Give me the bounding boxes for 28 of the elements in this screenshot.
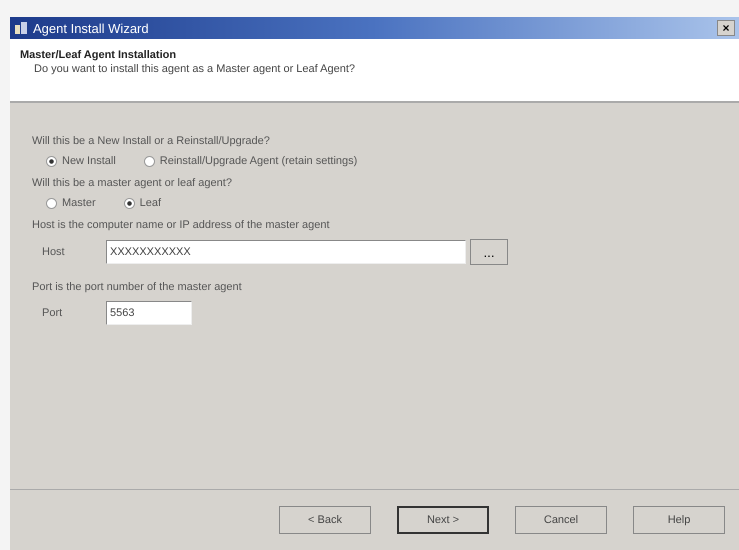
question-text: Will this be a New Install or a Reinstall/Upgrade?	[32, 135, 271, 147]
port-label: Port	[42, 307, 64, 319]
page-title: Master/Leaf Agent Installation	[20, 49, 178, 61]
radio-option[interactable]: New Install	[46, 155, 116, 167]
wizard-button[interactable]: Next >	[397, 506, 489, 534]
radio-button[interactable]	[124, 198, 135, 208]
wizard-button[interactable]: Help	[633, 506, 725, 534]
radio-button[interactable]	[144, 156, 155, 166]
question-text: Will this be a master agent or leaf agent?	[32, 177, 233, 189]
host-hint: Host is the computer name or IP address of the master agent	[32, 219, 331, 231]
option-label: Leaf	[140, 197, 162, 209]
host-field[interactable]: XXXXXXXXXXX	[106, 240, 466, 264]
radio-button[interactable]	[46, 156, 57, 166]
radio-option[interactable]: Leaf	[124, 197, 162, 209]
page-subtitle: Do you want to install this agent as a Master agent or Leaf Agent?	[33, 63, 356, 75]
port-field[interactable]: 5563	[106, 301, 192, 325]
window-title: Agent Install Wizard	[33, 20, 150, 36]
close-button[interactable]: ×	[717, 20, 735, 36]
app-icon	[14, 21, 28, 35]
radio-option[interactable]: Master	[46, 197, 96, 209]
port-hint: Port is the port number of the master agent	[32, 281, 243, 293]
host-label: Host	[42, 246, 66, 258]
option-label: New Install	[62, 155, 116, 167]
wizard-button[interactable]: Cancel	[515, 506, 607, 534]
radio-button[interactable]	[46, 198, 57, 208]
browse-button[interactable]: ...	[470, 239, 508, 265]
option-label: Master	[62, 197, 96, 209]
wizard-button[interactable]: < Back	[279, 506, 371, 534]
